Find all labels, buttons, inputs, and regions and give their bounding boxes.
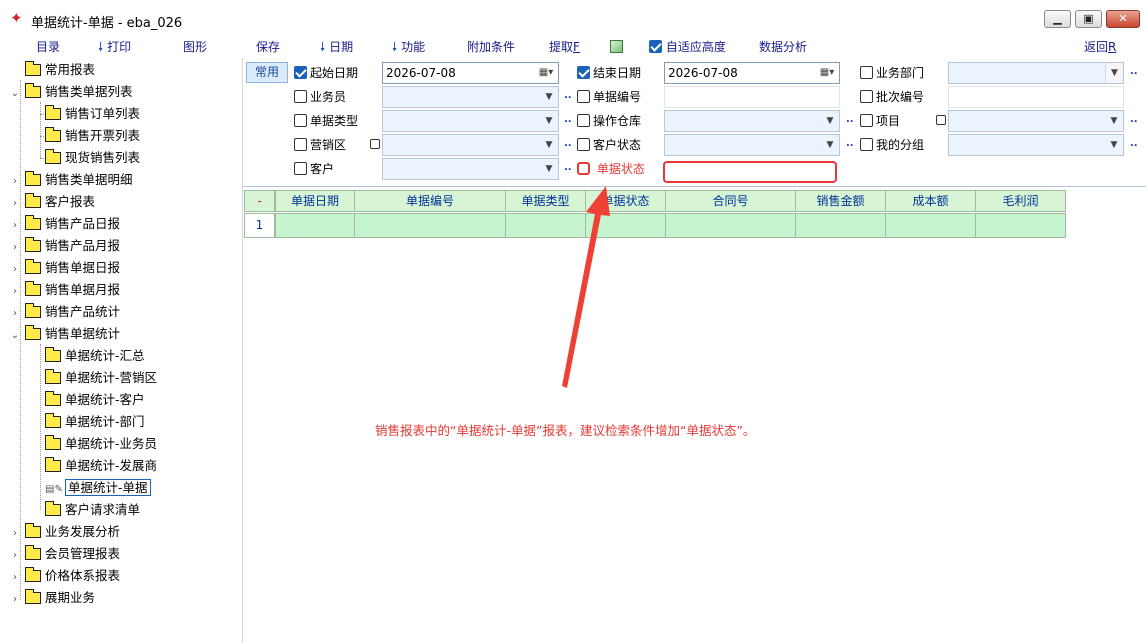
annotation-arrow xyxy=(562,186,610,388)
annotation-text: 销售报表中的“单据统计-单据”报表，建议检索条件增加“单据状态”。 xyxy=(375,423,756,438)
